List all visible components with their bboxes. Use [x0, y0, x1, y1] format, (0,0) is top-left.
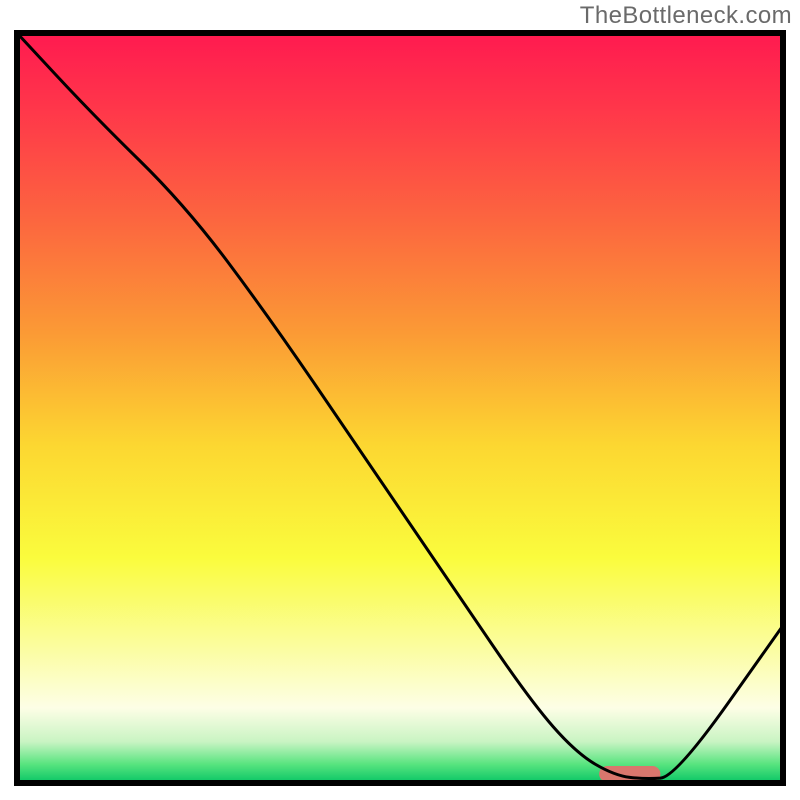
watermark-text: TheBottleneck.com	[580, 2, 792, 30]
chart-svg	[14, 30, 786, 786]
chart-frame: TheBottleneck.com	[0, 0, 800, 800]
bottleneck-chart	[14, 30, 786, 786]
